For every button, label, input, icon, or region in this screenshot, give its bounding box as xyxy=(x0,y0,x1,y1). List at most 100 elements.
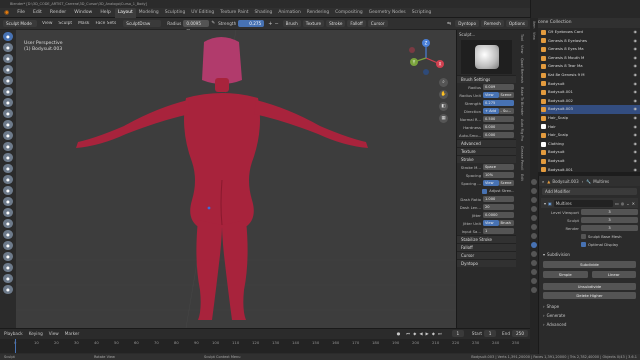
visibility-eye-icon[interactable]: ◉ xyxy=(634,166,638,175)
np-stroke-method-select[interactable]: Space xyxy=(483,164,514,170)
data-properties-icon[interactable] xyxy=(531,278,537,284)
scrape-tool-icon[interactable]: ● xyxy=(3,164,13,173)
menu-file[interactable]: File xyxy=(13,8,29,18)
outliner-item[interactable]: Bodysuit ◉ xyxy=(541,157,640,166)
sculpt-level-field[interactable]: 3 xyxy=(581,217,638,223)
visibility-eye-icon[interactable]: ◉ xyxy=(634,80,638,89)
advanced-expand-icon[interactable]: › xyxy=(543,322,545,327)
perspective-grid-icon[interactable]: ▦ xyxy=(439,114,448,123)
view-layer-properties-icon[interactable] xyxy=(531,206,537,212)
tool-properties-icon[interactable] xyxy=(531,179,537,185)
outliner-tab-2[interactable]: View xyxy=(530,32,536,40)
sculpt-brush-dropdown[interactable]: Sculpt... xyxy=(459,32,514,37)
prev-key-icon[interactable]: ◆ xyxy=(413,331,416,336)
render-toggle-icon[interactable]: ◎ xyxy=(621,201,625,206)
np-normal-radius-field[interactable]: 0.500 xyxy=(483,116,514,122)
advanced-section[interactable]: Advanced xyxy=(457,139,516,147)
cursor-section[interactable]: Cursor xyxy=(457,251,516,259)
timeline-ruler[interactable]: 0 10 20 30 40 50 60 70 80 90 100 110 120… xyxy=(0,339,530,353)
np-spacing-unit-scene[interactable]: Scene xyxy=(498,180,514,186)
elastic-deform-tool-icon[interactable]: ● xyxy=(3,208,13,217)
visibility-eye-icon[interactable]: ◉ xyxy=(634,148,638,157)
zoom-icon[interactable]: ⌕ xyxy=(439,78,448,87)
shape-expand-icon[interactable]: › xyxy=(543,304,545,309)
timeline-menu-marker[interactable]: Marker xyxy=(65,331,79,336)
pressure-icon[interactable]: ✎ xyxy=(211,21,215,26)
scene-properties-icon[interactable] xyxy=(531,215,537,221)
timeline-menu-playback[interactable]: Playback xyxy=(4,331,23,336)
texture-section[interactable]: Texture xyxy=(457,147,516,155)
brush-selector[interactable]: SculptDraw xyxy=(123,20,162,27)
linear-button[interactable]: Linear xyxy=(591,270,636,278)
visibility-eye-icon[interactable]: ◉ xyxy=(634,114,638,123)
sidebar-tab-auto-rig[interactable]: Auto Rig Pro xyxy=(516,119,524,141)
np-direction-add[interactable]: + Add xyxy=(483,108,499,114)
falloff-dropdown[interactable]: Falloff xyxy=(347,20,366,27)
cursor-dropdown[interactable]: Cursor xyxy=(367,20,388,27)
dyntopo-section[interactable]: Dyntopo xyxy=(457,259,516,267)
subdivide-button[interactable]: Subdivide xyxy=(543,260,636,268)
end-frame-field[interactable]: 250 xyxy=(512,330,528,337)
unsubdivide-button[interactable]: Unsubdivide xyxy=(543,283,636,290)
outliner-item[interactable]: Bodysuit.002 ◉ xyxy=(541,97,640,106)
boundary-tool-icon[interactable]: ● xyxy=(3,285,13,294)
header-menu-mask[interactable]: Mask xyxy=(75,21,92,26)
outliner-item[interactable]: Hair_Scalp ◉ xyxy=(541,114,640,123)
timeline-menu-keying[interactable]: Keying xyxy=(29,331,43,336)
np-spacing-unit-view[interactable]: View xyxy=(483,180,499,186)
sidebar-tab-quad-remesh[interactable]: Quad Remesh xyxy=(516,58,524,83)
np-dash-length-field[interactable]: 20 xyxy=(483,204,514,210)
menu-edit[interactable]: Edit xyxy=(29,8,46,18)
pan-hand-icon[interactable]: ✋ xyxy=(439,90,448,99)
object-properties-icon[interactable] xyxy=(531,233,537,239)
navigation-gizmo[interactable]: X Y Z xyxy=(406,38,446,78)
texture-dropdown[interactable]: Texture xyxy=(302,20,325,27)
smooth-tool-icon[interactable]: ● xyxy=(3,131,13,140)
outliner-tab-1[interactable]: Item xyxy=(530,21,536,29)
crease-tool-icon[interactable]: ● xyxy=(3,120,13,129)
3d-viewport[interactable]: User Perspective (1) Bodysuit.003 X Y Z … xyxy=(16,30,460,328)
subdivision-section-title[interactable]: Subdivision xyxy=(547,252,570,257)
workspace-tab-rendering[interactable]: Rendering xyxy=(304,8,332,18)
blender-logo-icon[interactable]: ◉ xyxy=(0,8,13,18)
jump-start-icon[interactable]: ⏮ xyxy=(406,331,410,336)
np-input-samples-field[interactable]: 1 xyxy=(483,228,514,234)
visibility-eye-icon[interactable]: ◉ xyxy=(634,62,638,71)
workspace-tab-scripting[interactable]: Scripting xyxy=(409,8,435,18)
thumb-tool-icon[interactable]: ● xyxy=(3,230,13,239)
falloff-section[interactable]: Falloff xyxy=(457,243,516,251)
outliner-item[interactable]: Genesis 8 Tear Ma ◉ xyxy=(541,62,640,71)
visibility-eye-icon[interactable]: ◉ xyxy=(634,123,638,132)
level-viewport-field[interactable]: 3 xyxy=(581,209,638,215)
visibility-eye-icon[interactable]: ◉ xyxy=(634,157,638,166)
outliner-item[interactable]: Bodysuit ◉ xyxy=(541,148,640,157)
menu-render[interactable]: Render xyxy=(46,8,70,18)
outliner-item[interactable]: Bodysuit.001 ◉ xyxy=(541,88,640,97)
add-direction-icon[interactable]: + xyxy=(268,21,272,27)
layer-tool-icon[interactable]: ● xyxy=(3,87,13,96)
simple-button[interactable]: Simple xyxy=(543,270,588,278)
visibility-eye-icon[interactable]: ◉ xyxy=(634,54,638,63)
sculpt-base-mesh-checkbox[interactable] xyxy=(581,233,586,239)
workspace-tab-sculpting[interactable]: Sculpting xyxy=(162,8,189,18)
outliner-item[interactable]: Kat 8e Genesis 9 M ◉ xyxy=(541,71,640,80)
np-strength-field[interactable]: 0.275 xyxy=(483,100,514,106)
next-key-icon[interactable]: ◆ xyxy=(432,331,435,336)
advanced-section-title[interactable]: Advanced xyxy=(547,322,567,327)
np-jitter-field[interactable]: 0.0000 xyxy=(483,212,514,218)
blob-tool-icon[interactable]: ● xyxy=(3,109,13,118)
multiplane-scrape-tool-icon[interactable]: ● xyxy=(3,175,13,184)
outliner-item[interactable]: Genesis 8 Eyelashes ◉ xyxy=(541,37,640,46)
visibility-eye-icon[interactable]: ◉ xyxy=(634,88,638,97)
sidebar-tab-tool[interactable]: Tool xyxy=(516,34,524,41)
stabilize-stroke-section[interactable]: Stabilize Stroke xyxy=(457,235,516,243)
outliner-item[interactable]: Bodysuit.001 ◉ xyxy=(541,166,640,175)
realtime-toggle-icon[interactable]: ▭ xyxy=(615,201,619,206)
physics-properties-icon[interactable] xyxy=(531,260,537,266)
constraints-properties-icon[interactable] xyxy=(531,269,537,275)
subdivision-expand-icon[interactable]: ▾ xyxy=(543,252,545,257)
np-radius-unit-view[interactable]: View xyxy=(483,92,499,98)
workspace-tab-uv-editing[interactable]: UV Editing xyxy=(188,8,217,18)
np-radius-unit-scene[interactable]: Scene xyxy=(498,92,514,98)
sidebar-tab-bake[interactable]: Bake To Blender xyxy=(516,87,524,116)
